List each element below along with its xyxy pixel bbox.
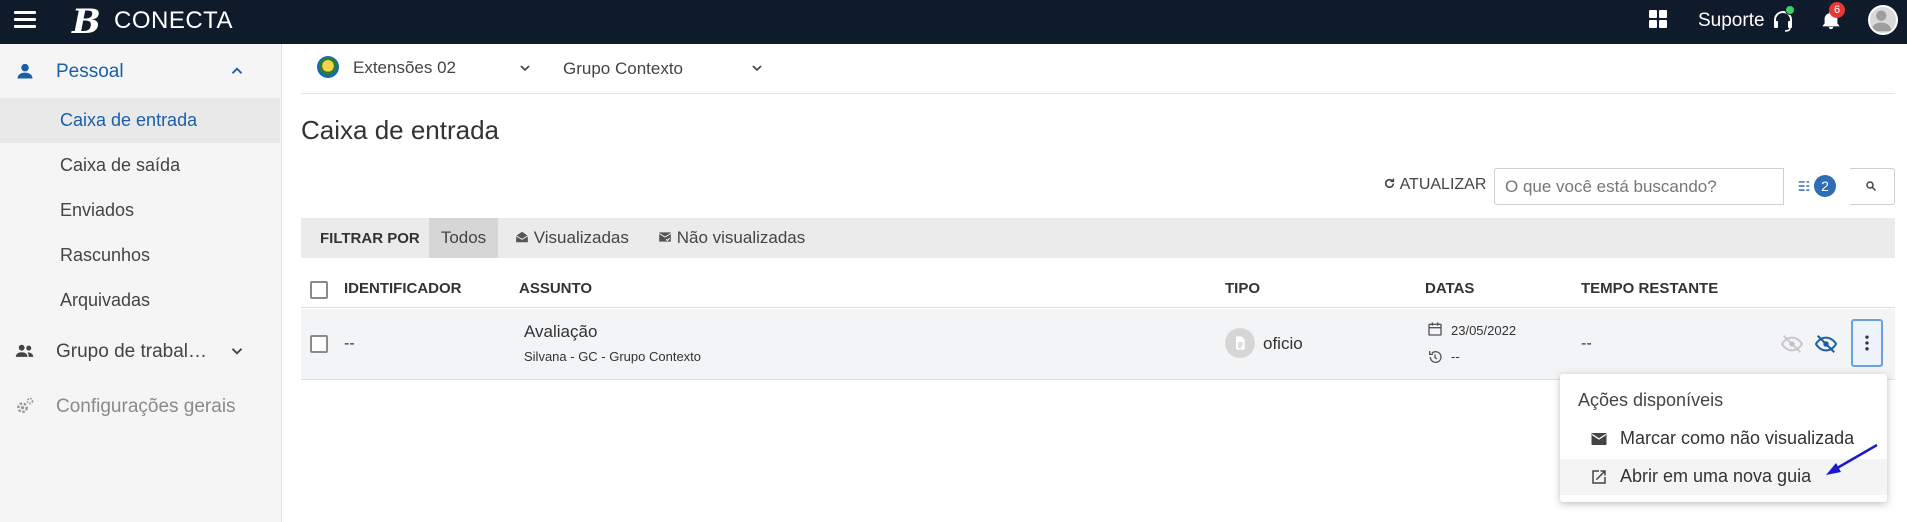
visibility-toggle-icon[interactable] <box>1815 333 1837 355</box>
refresh-icon <box>1384 178 1395 189</box>
row-identifier: -- <box>344 335 355 352</box>
column-header-assunto[interactable]: ASSUNTO <box>519 280 592 297</box>
menu-icon[interactable] <box>14 11 36 29</box>
sidebar-item-label: Caixa de entrada <box>60 110 198 130</box>
filter-tab-todos[interactable]: Todos <box>429 218 498 258</box>
row-date: 23/05/2022 <box>1451 323 1517 338</box>
notification-badge: 6 <box>1829 2 1845 18</box>
file-icon <box>1236 336 1245 350</box>
select-all-checkbox[interactable] <box>310 281 328 299</box>
row-time-remaining: -- <box>1581 335 1592 352</box>
menu-title: Ações disponíveis <box>1578 390 1724 410</box>
column-header-tempo-restante[interactable]: TEMPO RESTANTE <box>1581 280 1718 297</box>
envelope-open-icon <box>515 231 529 243</box>
visibility-off-icon[interactable] <box>1781 333 1803 355</box>
filter-tab-nao-visualizadas[interactable]: Não visualizadas <box>658 218 805 258</box>
sidebar: Pessoal Caixa de entrada Caixa de saída … <box>0 44 282 522</box>
sidebar-section-configuracoes-gerais[interactable]: Configurações gerais <box>0 381 282 431</box>
filter-label: FILTRAR POR <box>320 230 420 247</box>
sidebar-section-pessoal[interactable]: Pessoal <box>0 46 282 96</box>
mail-icon <box>1591 433 1607 445</box>
refresh-label: ATUALIZAR <box>1399 176 1487 193</box>
apps-grid-icon[interactable] <box>1649 10 1667 28</box>
sidebar-item-enviados[interactable]: Enviados <box>0 188 280 233</box>
group-icon <box>15 344 34 357</box>
chevron-up-icon[interactable] <box>228 62 246 80</box>
filter-count-badge[interactable]: 2 <box>1814 175 1836 197</box>
chevron-down-icon[interactable] <box>517 60 533 76</box>
table-header: IDENTIFICADOR ASSUNTO TIPO DATAS TEMPO R… <box>301 270 1895 308</box>
chevron-down-icon[interactable] <box>749 60 765 76</box>
sidebar-item-rascunhos[interactable]: Rascunhos <box>0 233 280 278</box>
context-bar: Extensões 02 Grupo Contexto <box>301 44 1895 94</box>
menu-item-label: Abrir em uma nova guia <box>1620 466 1812 486</box>
sidebar-item-caixa-de-entrada[interactable]: Caixa de entrada <box>0 98 280 143</box>
row-deadline: -- <box>1451 349 1460 364</box>
settings-icon <box>17 397 34 414</box>
more-vert-icon <box>1865 335 1869 351</box>
open-in-new-icon <box>1592 470 1606 484</box>
sidebar-item-label: Rascunhos <box>60 245 151 265</box>
app-logo[interactable]: B <box>72 2 101 42</box>
page-title: Caixa de entrada <box>301 115 500 145</box>
person-icon <box>17 63 33 79</box>
sidebar-item-caixa-de-saida[interactable]: Caixa de saída <box>0 143 280 188</box>
filter-list-icon[interactable] <box>1797 179 1811 193</box>
filter-bar: FILTRAR POR Todos Visualizadas Não visua… <box>301 218 1895 258</box>
column-header-datas[interactable]: DATAS <box>1425 280 1474 297</box>
row-actions-button[interactable] <box>1851 319 1883 367</box>
sidebar-item-arquivadas[interactable]: Arquivadas <box>0 278 280 323</box>
app-name: CONECTA <box>114 7 234 34</box>
row-subject-detail: Silvana - GC - Grupo Contexto <box>524 349 702 364</box>
sidebar-item-label: Enviados <box>60 200 135 220</box>
sidebar-section-label: Configurações gerais <box>56 396 236 417</box>
mark-email-read-icon <box>658 232 672 242</box>
document-icon <box>1225 328 1255 358</box>
group-selector[interactable]: Grupo Contexto <box>563 59 683 79</box>
filter-tab-label: Visualizadas <box>533 228 629 247</box>
sidebar-item-label: Arquivadas <box>60 290 151 310</box>
search-button[interactable] <box>1850 168 1895 205</box>
online-status-dot <box>1785 5 1795 15</box>
filter-tab-label: Todos <box>440 228 487 247</box>
sidebar-item-label: Caixa de saída <box>60 155 181 175</box>
column-header-identificador[interactable]: IDENTIFICADOR <box>344 280 462 297</box>
menu-item-label: Marcar como não visualizada <box>1620 428 1855 448</box>
filter-tab-visualizadas[interactable]: Visualizadas <box>515 218 629 258</box>
support-label[interactable]: Suporte <box>1698 10 1765 32</box>
sidebar-section-label: Pessoal <box>56 61 124 82</box>
chevron-down-icon[interactable] <box>228 342 246 360</box>
row-checkbox[interactable] <box>310 335 328 353</box>
search-input[interactable] <box>1505 176 1725 198</box>
top-bar: B CONECTA Suporte 6 <box>0 0 1907 44</box>
row-subject[interactable]: Avaliação <box>524 322 597 342</box>
table-row[interactable]: -- Avaliação Silvana - GC - Grupo Contex… <box>301 309 1895 380</box>
history-icon <box>1429 351 1442 363</box>
actions-menu: Ações disponíveis Marcar como não visual… <box>1560 374 1887 502</box>
search-icon <box>1866 181 1877 192</box>
refresh-button[interactable]: ATUALIZAR <box>1383 176 1486 194</box>
calendar-icon <box>1428 322 1442 336</box>
sidebar-section-grupo-de-trabalho[interactable]: Grupo de trabal… <box>0 326 282 376</box>
sidebar-section-label: Grupo de trabal… <box>56 341 208 362</box>
user-silhouette-icon <box>1870 10 1892 32</box>
filter-tab-label: Não visualizadas <box>676 228 806 247</box>
organization-emblem-icon <box>317 56 339 78</box>
search-box[interactable] <box>1494 168 1784 205</box>
column-header-tipo[interactable]: TIPO <box>1225 280 1260 297</box>
annotation-arrow-icon <box>1826 443 1878 475</box>
avatar[interactable] <box>1868 5 1898 35</box>
row-type: oficio <box>1263 334 1303 353</box>
organization-selector[interactable]: Extensões 02 <box>353 58 456 78</box>
